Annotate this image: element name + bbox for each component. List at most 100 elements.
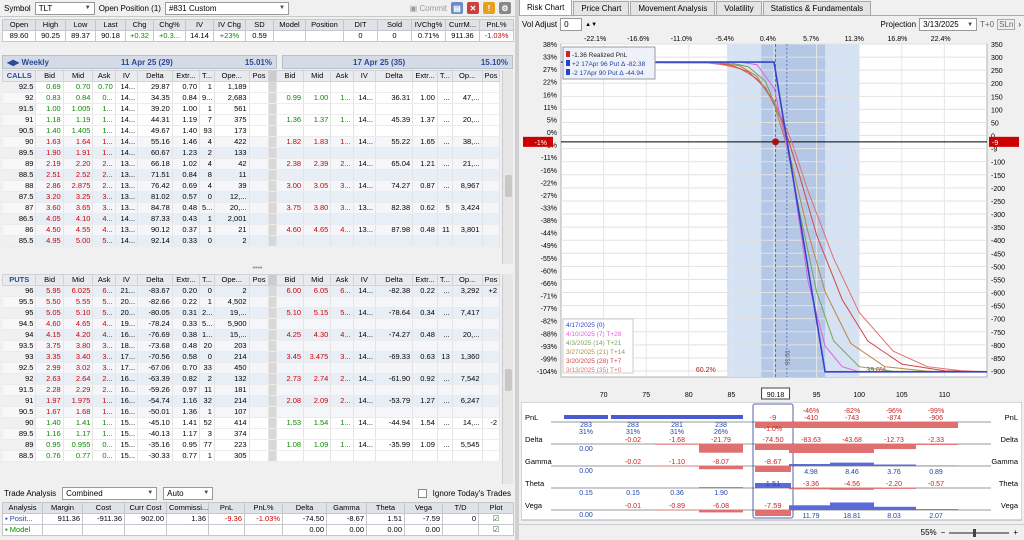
chain-cell[interactable]: 1.83 (303, 136, 332, 148)
chain-cell[interactable]: 2 (199, 373, 215, 385)
chain-cell[interactable] (276, 191, 305, 203)
chain-cell[interactable]: 4... (92, 318, 116, 330)
chain-cell[interactable]: -83.67 (137, 285, 173, 297)
chain-cell[interactable] (412, 406, 438, 418)
chain-cell[interactable] (353, 296, 376, 308)
chain-cell[interactable] (375, 406, 414, 418)
chain-cell[interactable] (437, 384, 453, 396)
chain-cell[interactable]: 36.31 (375, 92, 414, 104)
chain-row[interactable]: 90.5 1.40 1.405 1... 14... 49.67 1.40 93 173 (2, 125, 500, 137)
chain-cell[interactable] (276, 169, 305, 181)
chain-cell[interactable]: 0.48 (412, 329, 438, 341)
chain-cell[interactable]: -80.05 (137, 307, 173, 319)
chain-cell[interactable]: ... (437, 439, 453, 451)
zoom-out-icon[interactable]: − (941, 528, 946, 537)
chain-cell[interactable] (330, 340, 354, 352)
chain-cell[interactable]: 2... (330, 373, 354, 385)
chain-cell[interactable] (353, 384, 376, 396)
chain-cell[interactable] (249, 180, 270, 192)
chain-cell[interactable]: 1.16 (35, 428, 64, 440)
chain-cell[interactable] (437, 340, 453, 352)
chain-cell[interactable]: 3.75 (35, 340, 64, 352)
chain-cell[interactable] (330, 406, 354, 418)
chain-cell[interactable]: 0... (92, 92, 116, 104)
chain-cell[interactable]: 19,... (214, 307, 250, 319)
chain-cell[interactable] (412, 213, 438, 225)
chain-cell[interactable] (249, 147, 270, 159)
chain-cell[interactable]: 18... (115, 340, 139, 352)
chain-cell[interactable] (353, 169, 376, 181)
chain-cell[interactable] (330, 213, 354, 225)
chain-row[interactable]: 87.5 3.20 3.25 3... 13... 81.02 0.57 0 12,... (2, 191, 500, 203)
chain-cell[interactable]: 44.31 (137, 114, 173, 126)
chain-cell[interactable]: 2... (92, 384, 116, 396)
chain-cell[interactable] (412, 296, 438, 308)
chain-cell[interactable]: 1.37 (303, 114, 332, 126)
chain-cell[interactable] (482, 147, 500, 159)
chain-cell[interactable]: 5,900 (214, 318, 250, 330)
chain-cell[interactable]: 14... (115, 92, 139, 104)
chain-cell[interactable] (452, 296, 483, 308)
chain-cell[interactable]: 5... (199, 318, 215, 330)
chain-row[interactable]: 86 4.50 4.55 4... 13... 90.12 0.37 1 21 4.60 4.65 4… (2, 224, 500, 236)
chain-cell[interactable]: 2,683 (214, 92, 250, 104)
chain-cell[interactable] (452, 169, 483, 181)
chain-cell[interactable] (437, 406, 453, 418)
chain-cell[interactable] (330, 169, 354, 181)
chain-cell[interactable]: 0.95 (172, 439, 201, 451)
chain-cell[interactable] (249, 224, 270, 236)
chain-cell[interactable] (353, 450, 376, 462)
chain-cell[interactable] (452, 384, 483, 396)
chain-cell[interactable]: 1.91 (63, 147, 94, 159)
chain-cell[interactable]: 14... (115, 125, 139, 137)
chain-cell[interactable]: 81.02 (137, 191, 173, 203)
chain-cell[interactable] (353, 125, 376, 137)
chain-cell[interactable] (276, 362, 305, 374)
chain-cell[interactable]: 5... (92, 235, 116, 247)
chain-cell[interactable] (452, 362, 483, 374)
chain-cell[interactable]: 0 (199, 351, 215, 363)
chain-cell[interactable]: 1... (92, 147, 116, 159)
chain-cell[interactable]: 6... (330, 285, 354, 297)
chain-cell[interactable] (482, 92, 500, 104)
chain-cell[interactable]: 0.62 (412, 202, 438, 214)
chain-row[interactable]: 86.5 4.05 4.10 4... 14... 87.33 0.43 1 2,001 (2, 213, 500, 225)
zoom-slider-handle[interactable] (973, 528, 977, 537)
chain-cell[interactable]: 76.42 (137, 180, 173, 192)
chain-cell[interactable]: 5.95 (35, 285, 64, 297)
chain-cell[interactable]: 2,001 (214, 213, 250, 225)
chain-cell[interactable]: 414 (214, 417, 250, 429)
chain-cell[interactable] (375, 213, 414, 225)
chain-cell[interactable]: 1... (92, 417, 116, 429)
analysis-row[interactable]: ▪ Posit... 911.36 -911.36 902.00 1.36 -9.36 -1… (2, 513, 514, 525)
chain-cell[interactable]: 39.20 (137, 103, 173, 115)
chain-cell[interactable]: 107 (214, 406, 250, 418)
chain-cell[interactable]: 4.15 (35, 329, 64, 341)
chain-cell[interactable]: 2.20 (63, 158, 94, 170)
chain-cell[interactable] (482, 428, 500, 440)
chain-cell[interactable]: 1 (199, 81, 215, 93)
chain-row[interactable]: 95 5.05 5.10 5... 20... -80.05 0.31 2... 19,... 5… (2, 307, 500, 319)
chain-cell[interactable]: 2... (330, 158, 354, 170)
chain-cell[interactable] (437, 362, 453, 374)
chain-cell[interactable] (482, 235, 500, 247)
chain-cell[interactable] (276, 81, 305, 93)
chain-cell[interactable]: 1... (330, 136, 354, 148)
chain-cell[interactable] (276, 103, 305, 115)
chain-cell[interactable]: 6,247 (452, 395, 483, 407)
chain-cell[interactable]: 1.405 (63, 125, 94, 137)
chain-cell[interactable] (330, 296, 354, 308)
chain-cell[interactable]: 14... (353, 136, 376, 148)
chain-cell[interactable]: ... (437, 417, 453, 429)
chain-cell[interactable] (276, 384, 305, 396)
chain-cell[interactable]: ... (437, 395, 453, 407)
chain-row[interactable]: 92 0.83 0.84 0... 14... 34.35 0.84 9... 2,683 0.9… (2, 92, 500, 104)
chain-cell[interactable]: 181 (214, 384, 250, 396)
chain-cell[interactable]: 0.33 (172, 318, 201, 330)
chain-cell[interactable]: 2... (330, 395, 354, 407)
chain-cell[interactable]: 14,... (452, 417, 483, 429)
chain-cell[interactable]: 1.00 (303, 92, 332, 104)
chain-cell[interactable]: 2.39 (303, 158, 332, 170)
chain-cell[interactable]: 0.22 (172, 296, 201, 308)
chain-cell[interactable] (482, 395, 500, 407)
